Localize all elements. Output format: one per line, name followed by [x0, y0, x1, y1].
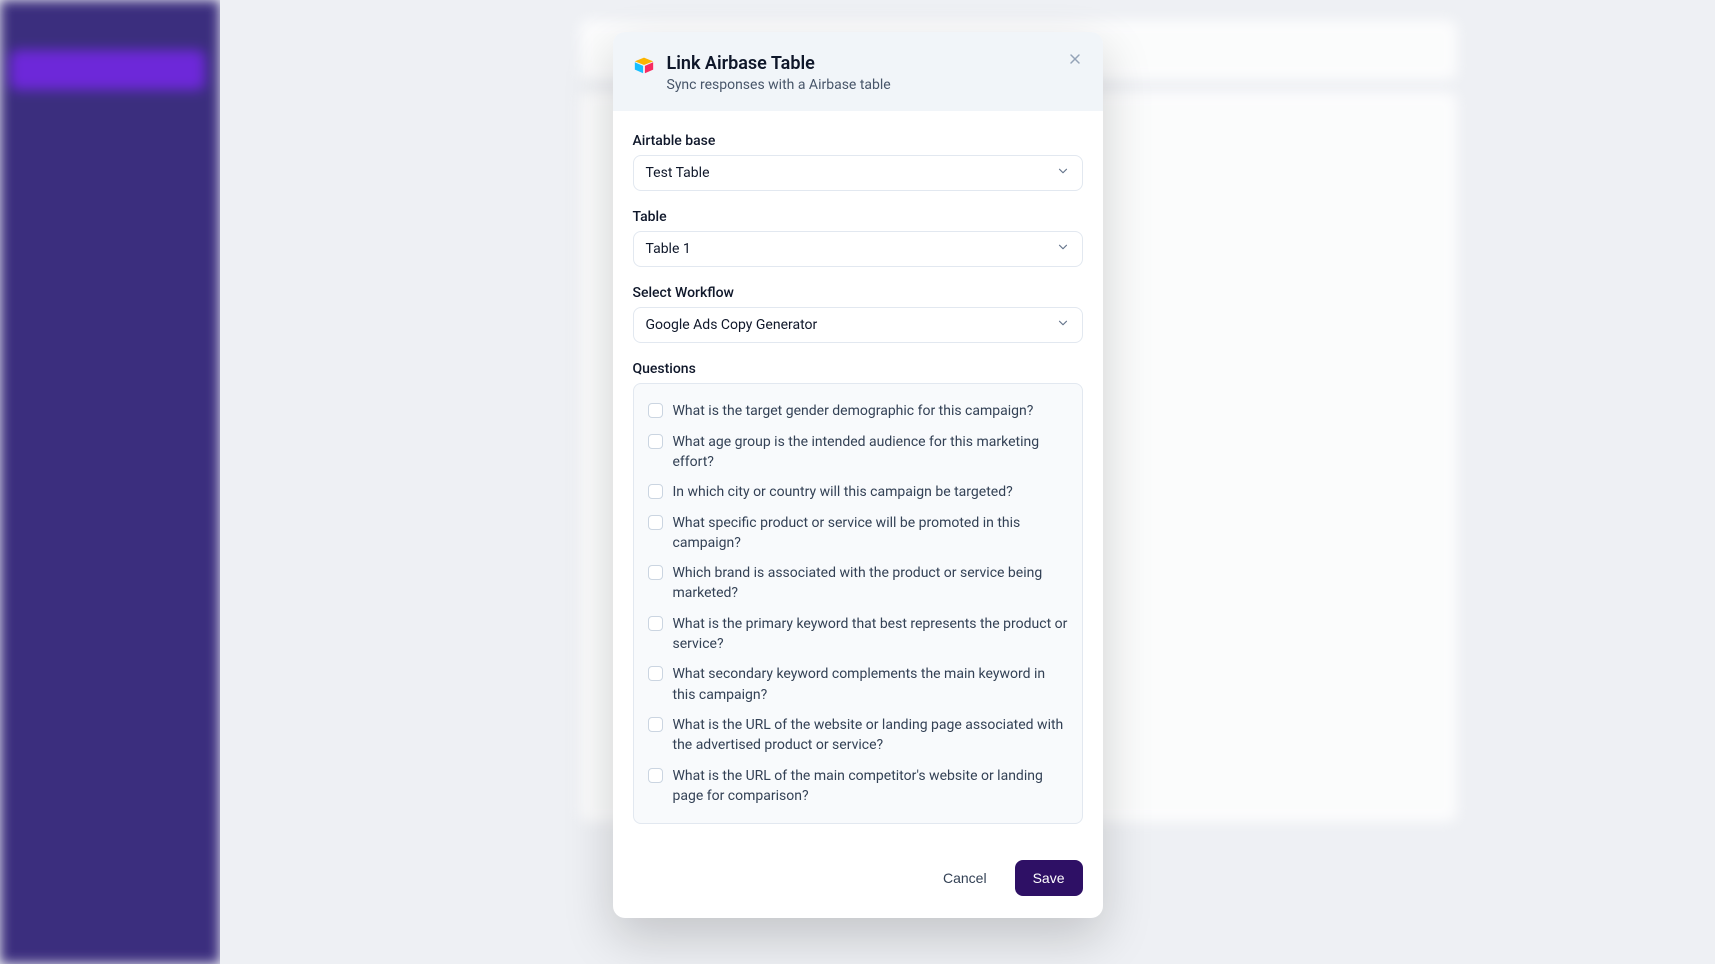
- workflow-select[interactable]: Google Ads Copy Generator: [633, 307, 1083, 343]
- question-checkbox[interactable]: [648, 565, 663, 580]
- question-label[interactable]: What specific product or service will be…: [673, 513, 1068, 554]
- modal-footer: Cancel Save: [613, 842, 1103, 918]
- question-label[interactable]: What is the URL of the main competitor's…: [673, 766, 1068, 807]
- airtable-icon: [633, 54, 655, 76]
- question-checkbox[interactable]: [648, 484, 663, 499]
- question-row: Which brand is associated with the produ…: [648, 558, 1068, 609]
- modal-overlay: Link Airbase Table Sync responses with a…: [0, 0, 1715, 964]
- question-checkbox[interactable]: [648, 616, 663, 631]
- question-row: In which city or country will this campa…: [648, 477, 1068, 507]
- workflow-field: Select Workflow Google Ads Copy Generato…: [633, 285, 1083, 343]
- airtable-base-label: Airtable base: [633, 133, 1083, 149]
- question-checkbox[interactable]: [648, 403, 663, 418]
- question-label[interactable]: What age group is the intended audience …: [673, 432, 1068, 473]
- question-row: What is the URL of the main competitor's…: [648, 761, 1068, 812]
- questions-label: Questions: [633, 361, 1083, 377]
- question-checkbox[interactable]: [648, 717, 663, 732]
- airtable-base-select[interactable]: Test Table: [633, 155, 1083, 191]
- airtable-base-value: Test Table: [646, 165, 710, 181]
- question-label[interactable]: What is the target gender demographic fo…: [673, 401, 1034, 421]
- cancel-button[interactable]: Cancel: [925, 860, 1005, 896]
- question-label[interactable]: What secondary keyword complements the m…: [673, 664, 1068, 705]
- chevron-down-icon: [1056, 240, 1070, 258]
- modal-title: Link Airbase Table: [667, 52, 891, 75]
- table-value: Table 1: [646, 241, 691, 257]
- question-row: What is the URL of the website or landin…: [648, 710, 1068, 761]
- question-row: What specific product or service will be…: [648, 508, 1068, 559]
- question-checkbox[interactable]: [648, 666, 663, 681]
- airtable-base-field: Airtable base Test Table: [633, 133, 1083, 191]
- question-row: What is the primary keyword that best re…: [648, 609, 1068, 660]
- question-row: What age group is the intended audience …: [648, 427, 1068, 478]
- question-label[interactable]: Which brand is associated with the produ…: [673, 563, 1068, 604]
- chevron-down-icon: [1056, 164, 1070, 182]
- table-label: Table: [633, 209, 1083, 225]
- modal-body: Airtable base Test Table Table Table 1: [613, 111, 1103, 842]
- modal-header: Link Airbase Table Sync responses with a…: [613, 32, 1103, 111]
- question-checkbox[interactable]: [648, 768, 663, 783]
- question-label[interactable]: What is the primary keyword that best re…: [673, 614, 1068, 655]
- question-label[interactable]: In which city or country will this campa…: [673, 482, 1013, 502]
- question-row: What secondary keyword complements the m…: [648, 659, 1068, 710]
- close-button[interactable]: [1061, 46, 1089, 74]
- questions-field: Questions What is the target gender demo…: [633, 361, 1083, 824]
- link-airbase-modal: Link Airbase Table Sync responses with a…: [613, 32, 1103, 918]
- save-button[interactable]: Save: [1015, 860, 1083, 896]
- close-icon: [1067, 51, 1083, 70]
- table-field: Table Table 1: [633, 209, 1083, 267]
- table-select[interactable]: Table 1: [633, 231, 1083, 267]
- questions-list: What is the target gender demographic fo…: [633, 383, 1083, 824]
- workflow-label: Select Workflow: [633, 285, 1083, 301]
- chevron-down-icon: [1056, 316, 1070, 334]
- modal-subtitle: Sync responses with a Airbase table: [667, 77, 891, 93]
- question-checkbox[interactable]: [648, 515, 663, 530]
- question-label[interactable]: What is the URL of the website or landin…: [673, 715, 1068, 756]
- workflow-value: Google Ads Copy Generator: [646, 317, 818, 333]
- question-row: What is the target gender demographic fo…: [648, 396, 1068, 426]
- question-checkbox[interactable]: [648, 434, 663, 449]
